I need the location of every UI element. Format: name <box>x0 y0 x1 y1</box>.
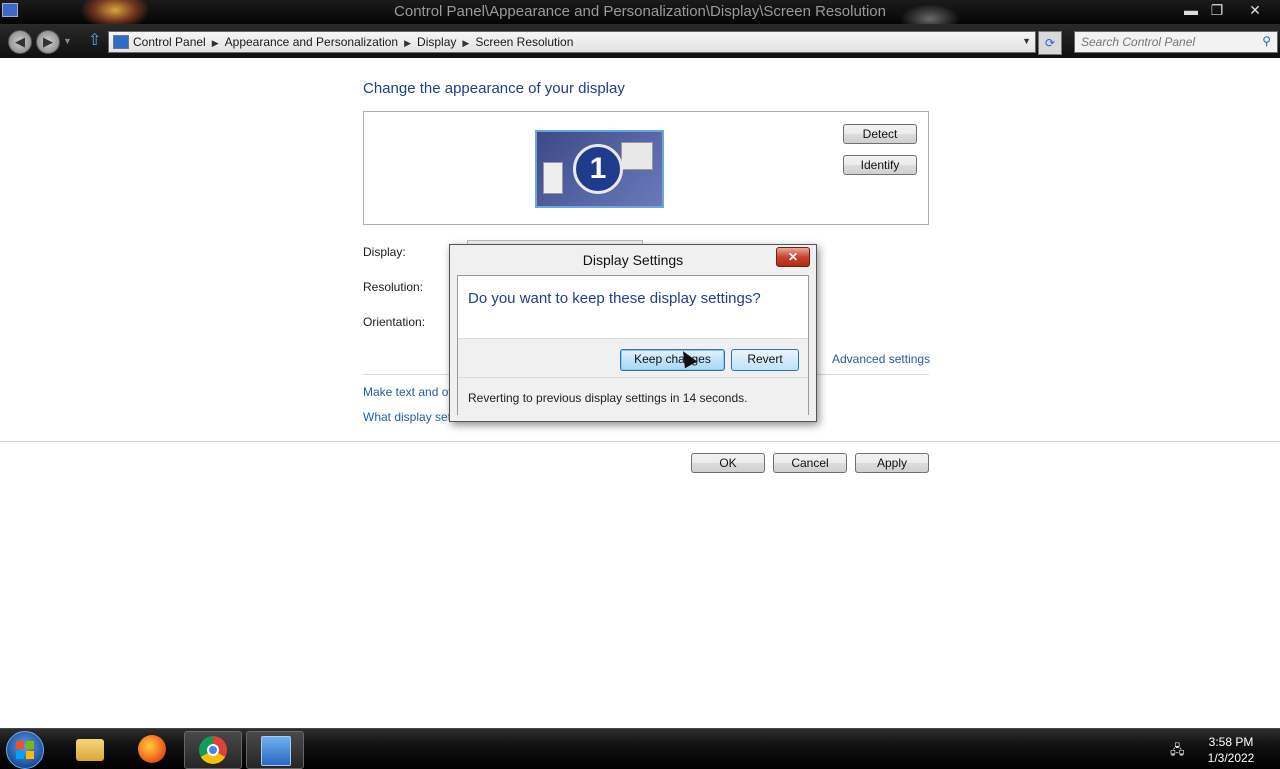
orientation-label: Orientation: <box>363 315 426 329</box>
start-button[interactable] <box>6 731 44 769</box>
window-title: Control Panel\Appearance and Personaliza… <box>394 3 886 20</box>
identify-button[interactable]: Identify <box>843 155 917 175</box>
cancel-button[interactable]: Cancel <box>773 453 847 473</box>
dialog-button-bar: Keep changes Revert Reverting to previou… <box>458 338 808 415</box>
windows-logo-icon <box>16 741 34 759</box>
close-icon[interactable]: ✕ <box>776 247 810 267</box>
breadcrumb-appearance[interactable]: Appearance and Personalization <box>225 35 398 49</box>
keep-changes-label: Keep changes <box>634 352 711 366</box>
control-panel-icon <box>261 736 291 766</box>
monitor-1-thumbnail[interactable]: 1 <box>535 130 664 208</box>
search-icon[interactable]: ⚲ <box>1262 34 1271 48</box>
search-box[interactable]: ⚲ <box>1074 31 1278 53</box>
breadcrumb-display[interactable]: Display <box>417 35 456 49</box>
breadcrumb: Control Panel ▶ Appearance and Personaliza… <box>133 35 573 49</box>
breadcrumb-separator[interactable]: ▶ <box>462 38 469 48</box>
back-icon[interactable]: ◀ <box>8 30 32 54</box>
display-label: Display: <box>363 245 406 259</box>
display-settings-dialog: Display Settings ✕ Do you want to keep t… <box>449 244 817 422</box>
keep-changes-button[interactable]: Keep changes <box>620 349 725 371</box>
navigation-bar: ◀ ▶ ▼ ⇧ Control Panel ▶ Appearance and Per… <box>0 24 1280 58</box>
monitor-number: 1 <box>573 144 623 194</box>
chevron-down-icon[interactable]: ▼ <box>1022 36 1031 46</box>
apply-button[interactable]: Apply <box>855 453 929 473</box>
countdown-status: Reverting to previous display settings i… <box>468 391 748 405</box>
taskbar-chrome[interactable] <box>184 731 242 769</box>
taskbar-firefox[interactable] <box>124 731 180 767</box>
detect-button[interactable]: Detect <box>843 124 917 144</box>
window-close-button[interactable]: ✕ <box>1236 0 1274 20</box>
dialog-body: Do you want to keep these display settin… <box>457 275 809 415</box>
refresh-icon[interactable]: ⟳ <box>1038 31 1062 55</box>
address-bar[interactable]: Control Panel ▶ Appearance and Personaliza… <box>108 31 1036 53</box>
breadcrumb-separator[interactable]: ▶ <box>404 38 411 48</box>
advanced-settings-link[interactable]: Advanced settings <box>832 352 930 366</box>
window-thumbnail <box>621 142 653 170</box>
system-clock[interactable]: 3:58 PM 1/3/2022 <box>1196 734 1266 766</box>
taskbar-control-panel[interactable] <box>246 731 304 769</box>
search-input[interactable] <box>1081 34 1251 50</box>
minimize-button[interactable]: ▬ <box>1178 0 1204 20</box>
network-icon[interactable]: 🖧 <box>1170 741 1186 757</box>
display-settings-help-link[interactable]: What display setti <box>363 410 457 424</box>
resolution-label: Resolution: <box>363 280 424 294</box>
ok-button[interactable]: OK <box>691 453 765 473</box>
page-title: Change the appearance of your display <box>363 80 625 97</box>
control-panel-icon <box>113 35 129 49</box>
folder-icon <box>76 739 104 761</box>
clock-time: 3:58 PM <box>1208 735 1254 749</box>
recent-pages-dropdown[interactable]: ▼ <box>63 36 72 46</box>
up-icon[interactable]: ⇧ <box>88 33 104 49</box>
clock-date: 1/3/2022 <box>1207 751 1255 765</box>
text-size-link[interactable]: Make text and ot <box>363 385 452 399</box>
breadcrumb-control-panel[interactable]: Control Panel <box>133 35 206 49</box>
chrome-icon <box>199 736 227 764</box>
divider <box>458 377 808 378</box>
dialog-question: Do you want to keep these display settin… <box>468 290 761 307</box>
firefox-icon <box>138 735 166 763</box>
forward-icon[interactable]: ▶ <box>36 30 60 54</box>
taskbar-explorer[interactable] <box>62 731 118 767</box>
window-thumbnail <box>543 162 563 194</box>
breadcrumb-screen-resolution[interactable]: Screen Resolution <box>475 35 573 49</box>
revert-label: Revert <box>747 352 783 366</box>
breadcrumb-separator[interactable]: ▶ <box>212 38 219 48</box>
title-bar: Control Panel\Appearance and Personaliza… <box>0 0 1280 24</box>
taskbar: 🖧 3:58 PM 1/3/2022 <box>0 728 1280 769</box>
divider <box>0 441 1280 442</box>
restore-button[interactable]: ❐ <box>1204 0 1230 20</box>
revert-button[interactable]: Revert <box>731 349 799 371</box>
dialog-title: Display Settings <box>582 252 684 268</box>
